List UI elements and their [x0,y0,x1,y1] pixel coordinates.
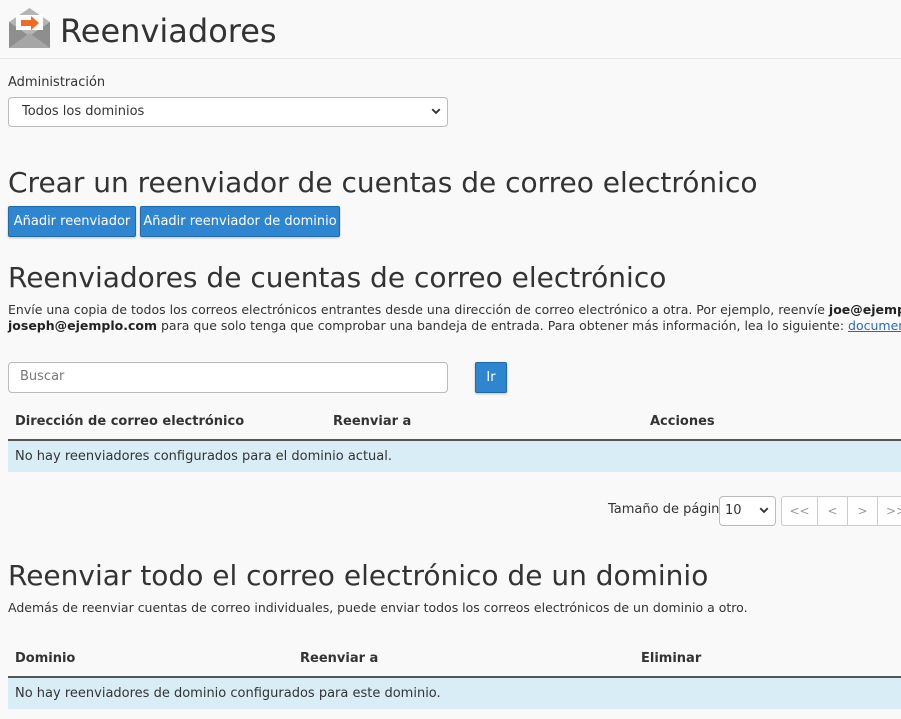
description-text: Envíe una copia de todos los correos ele… [8,302,829,317]
page-size-value: 10 [725,503,742,518]
page-header: Reenviadores [0,0,901,59]
create-forwarder-heading: Crear un reenviador de cuentas de correo… [8,166,758,199]
domain-select-value: Todos los dominios [22,104,145,119]
management-label: Administración [8,75,106,90]
documentation-link[interactable]: documentation [848,318,901,333]
domain-forwarders-description: Además de reenviar cuentas de correo ind… [8,600,748,615]
search-placeholder: Buscar [20,369,65,384]
account-forwarders-description-line1: Envíe una copia de todos los correos ele… [8,302,901,318]
pager-next-button[interactable]: > [847,496,878,526]
pager-first-button[interactable]: << [781,496,818,526]
account-forwarders-heading: Reenviadores de cuentas de correo electr… [8,261,667,294]
column-header-domain-forward-to[interactable]: Reenviar a [300,651,378,666]
empty-table-row: No hay reenviadores configurados para el… [8,441,901,472]
add-domain-forwarder-button[interactable]: Añadir reenviador de dominio [140,206,340,237]
add-forwarder-button[interactable]: Añadir reenviador [8,206,136,237]
pager-prev-button[interactable]: < [817,496,848,526]
page-size-label: Tamaño de página [608,502,728,517]
column-header-actions: Acciones [650,414,715,429]
column-header-email[interactable]: Dirección de correo electrónico [15,414,244,429]
page-title: Reenviadores [60,12,277,50]
pager-last-button[interactable]: >> [877,496,901,526]
chevron-down-icon [759,507,769,514]
column-header-delete: Eliminar [641,651,702,666]
chevron-down-icon [431,108,441,115]
go-button[interactable]: Ir [475,362,507,393]
column-header-forward-to[interactable]: Reenviar a [333,414,411,429]
description-text: para que solo tenga que comprobar una ba… [157,318,849,333]
domain-select[interactable]: Todos los dominios [8,97,448,127]
column-header-domain[interactable]: Dominio [15,651,75,666]
page-size-select[interactable]: 10 [719,496,776,526]
account-forwarders-description-line2: joseph@ejemplo.com para que solo tenga q… [8,318,901,334]
forwarders-page: Reenviadores Administración Todos los do… [0,0,901,719]
domain-forwarders-heading: Reenviar todo el correo electrónico de u… [8,559,709,592]
search-input[interactable]: Buscar [8,362,448,393]
example-email-1: joe@ejemplo.com [828,302,901,317]
example-email-2: joseph@ejemplo.com [8,318,157,333]
empty-domain-table-row: No hay reenviadores de dominio configura… [8,678,901,709]
mail-forward-icon [9,8,50,48]
